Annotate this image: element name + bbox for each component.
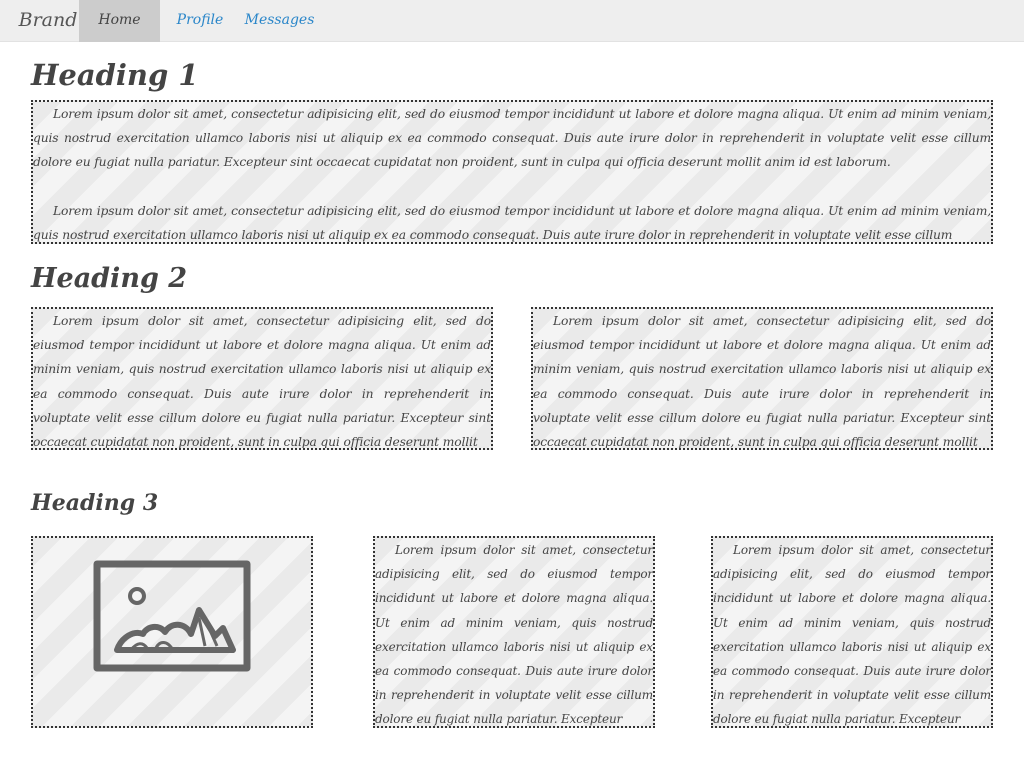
- image-placeholder: [31, 536, 313, 728]
- paragraph: Lorem ipsum dolor sit amet, consectetur …: [33, 107, 991, 170]
- nav-item-home[interactable]: Home: [79, 0, 160, 42]
- text-block-1: Lorem ipsum dolor sit amet, consectetur …: [31, 100, 993, 244]
- paragraph: Lorem ipsum dolor sit amet, consectetur …: [713, 543, 991, 727]
- paragraph: Lorem ipsum dolor sit amet, consectetur …: [533, 314, 991, 450]
- text-block-2-left: Lorem ipsum dolor sit amet, consectetur …: [31, 307, 493, 450]
- heading-2: Heading 2: [31, 263, 188, 294]
- heading-1: Heading 1: [31, 58, 199, 92]
- paragraph: Lorem ipsum dolor sit amet, consectetur …: [375, 543, 653, 727]
- paragraph: Lorem ipsum dolor sit amet, consectetur …: [33, 314, 491, 450]
- image-placeholder-icon: [93, 560, 251, 672]
- text-block-3-right: Lorem ipsum dolor sit amet, consectetur …: [711, 536, 993, 728]
- heading-3: Heading 3: [31, 490, 159, 516]
- text-block-3-middle: Lorem ipsum dolor sit amet, consectetur …: [373, 536, 655, 728]
- nav-item-profile[interactable]: Profile: [168, 0, 232, 42]
- brand-logo[interactable]: Brand: [18, 0, 78, 42]
- nav-item-messages[interactable]: Messages: [242, 0, 317, 42]
- paragraph: Lorem ipsum dolor sit amet, consectetur …: [33, 203, 991, 242]
- navbar: Brand Home Profile Messages: [0, 0, 1024, 42]
- text-block-2-right: Lorem ipsum dolor sit amet, consectetur …: [531, 307, 993, 450]
